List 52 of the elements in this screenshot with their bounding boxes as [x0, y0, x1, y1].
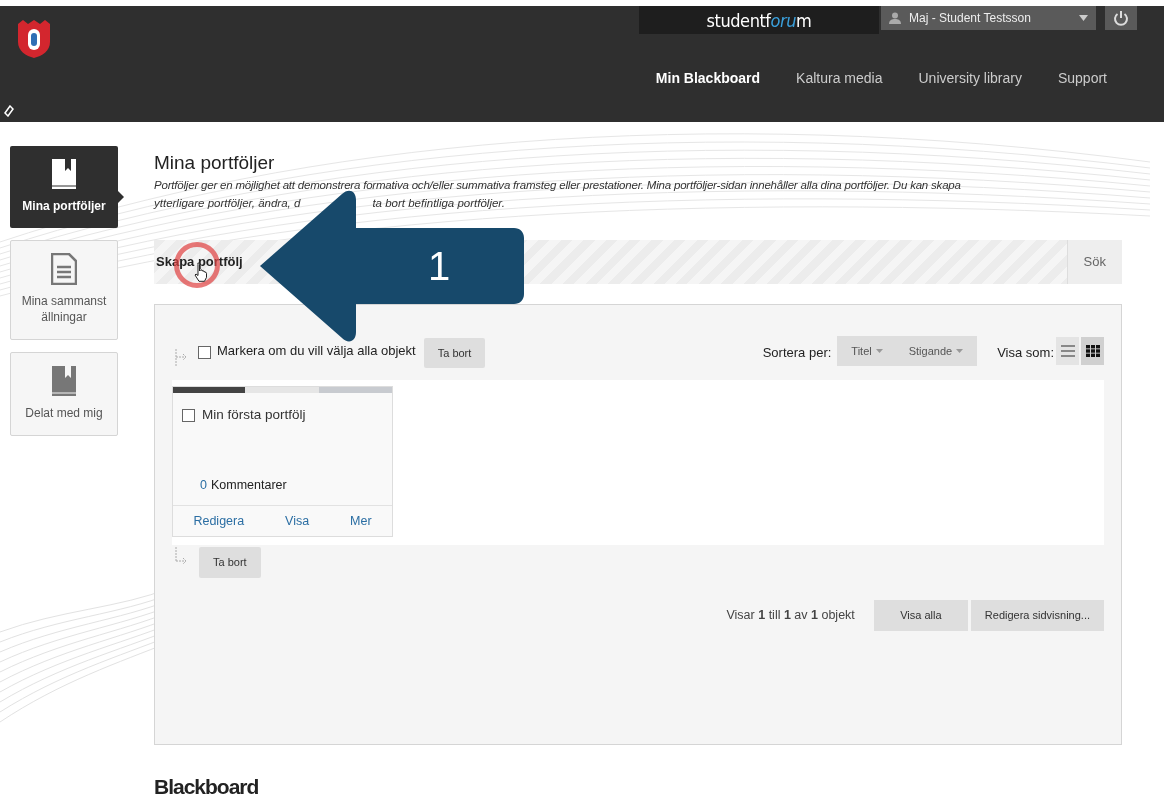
- user-icon: [889, 12, 901, 24]
- sort-dropdown[interactable]: Titel: [851, 342, 883, 360]
- paging-button[interactable]: Redigera sidvisning...: [970, 600, 1104, 631]
- page-description: ytterligare portföljer, ändra, d: [154, 196, 301, 211]
- delete-button[interactable]: Ta bort: [423, 338, 486, 368]
- caret-icon: [956, 349, 964, 353]
- sidebar-item[interactable]: Mina portföljer: [10, 146, 118, 228]
- sidebar-item[interactable]: Delat med mig: [10, 352, 118, 436]
- select-all-label: Markera om du vill välja alla objekt: [217, 342, 416, 360]
- brand-logo[interactable]: studentforum: [639, 6, 879, 34]
- sort-label: Sortera per:: [762, 344, 832, 362]
- paging-summary: Visar 1 till 1 av 1 objekt: [726, 607, 855, 625]
- comment-count[interactable]: 0: [200, 476, 207, 495]
- sort-dropdown[interactable]: Stigande: [908, 342, 964, 360]
- portfolio-title[interactable]: Min första portfölj: [202, 405, 306, 426]
- caret-icon: [875, 349, 883, 353]
- document-icon: [51, 253, 77, 285]
- portfolio-card[interactable]: Min första portfölj 0 Kommentarer Redigera Visa Mer: [172, 386, 393, 537]
- footer-logo: Blackboard: [154, 775, 260, 799]
- nav-link[interactable]: Min Blackboard: [655, 68, 761, 89]
- connector-icon: [172, 547, 188, 567]
- view-label: Visa som:: [997, 344, 1054, 362]
- caret-icon: [1079, 15, 1088, 21]
- page-title: Mina portföljer: [154, 151, 276, 175]
- book-icon: [51, 158, 77, 190]
- view-toggle[interactable]: [1056, 337, 1079, 365]
- view-toggle[interactable]: [1081, 337, 1104, 365]
- card-action-link[interactable]: Mer: [350, 511, 372, 531]
- page-description: Portföljer ger en möjlighet att demonstrera formativa och/eller summativa framsteg eller prestationer. Mina portföljer-sidan innehåller alla dina portföljer. Du kan skapa: [154, 178, 962, 193]
- comment-label: Kommentarer: [210, 477, 287, 495]
- callout-number: 1: [428, 243, 451, 290]
- card-action-link[interactable]: Redigera: [193, 511, 245, 531]
- book-icon: [51, 365, 77, 397]
- nav-link[interactable]: University library: [918, 68, 1022, 89]
- user-menu[interactable]: Maj - Student Testsson: [881, 6, 1096, 30]
- shield-logo-icon: [18, 20, 50, 58]
- nav-link[interactable]: Support: [1057, 68, 1107, 89]
- logout-button[interactable]: [1105, 6, 1137, 30]
- nav-link[interactable]: Kaltura media: [796, 68, 883, 89]
- select-all-checkbox[interactable]: [198, 346, 211, 359]
- search-button[interactable]: Sök: [1066, 240, 1122, 284]
- delete-button[interactable]: Ta bort: [199, 547, 261, 578]
- pointer-icon: [118, 191, 124, 203]
- portfolio-checkbox[interactable]: [182, 408, 195, 422]
- paging-button[interactable]: Visa alla: [873, 600, 968, 631]
- power-icon: [1113, 10, 1129, 26]
- connector-icon: [172, 349, 188, 369]
- grid-view-icon: [1085, 345, 1100, 357]
- page-description: ta bort befintliga portföljer.: [372, 196, 505, 211]
- sidebar-item[interactable]: Mina sammanställningar: [10, 240, 118, 340]
- list-view-icon: [1060, 345, 1075, 357]
- card-action-link[interactable]: Visa: [285, 511, 310, 531]
